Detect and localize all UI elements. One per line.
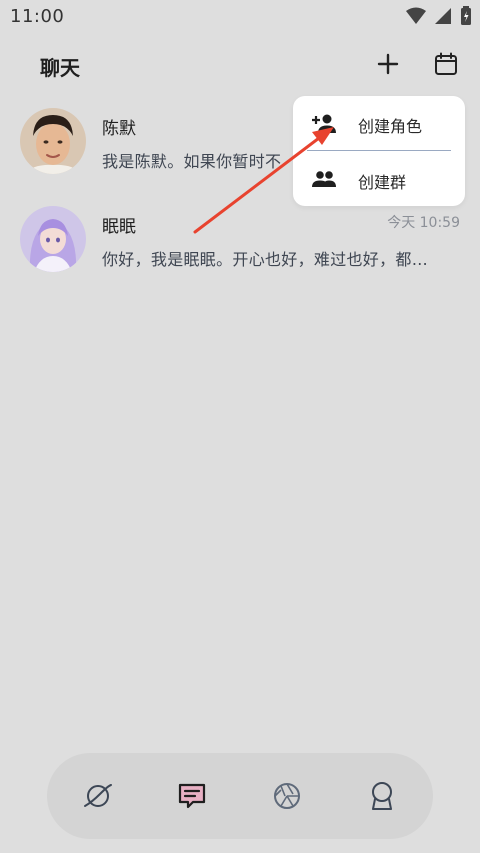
chat-message-icon [178, 783, 206, 809]
profile-badge-icon [372, 782, 392, 810]
menu-item-create-group[interactable]: 创建群 [293, 152, 465, 206]
planet-icon [84, 784, 112, 807]
plus-icon [377, 53, 399, 75]
wifi-icon [406, 7, 426, 29]
menu-item-label: 创建群 [358, 173, 407, 192]
add-button[interactable] [374, 50, 402, 78]
avatar [20, 206, 86, 272]
chat-name: 眠眠 [102, 217, 136, 237]
chat-timestamp: 今天 10:59 [387, 215, 460, 231]
nav-explore[interactable] [82, 780, 114, 812]
status-bar: 11:00 [0, 0, 480, 34]
avatar [20, 108, 86, 174]
aperture-icon [274, 783, 300, 809]
chat-preview: 你好，我是眠眠。开心也好，难过也好，都… [102, 250, 429, 269]
nav-profile[interactable] [366, 780, 398, 812]
create-menu: 创建角色 创建群 [293, 96, 465, 206]
chat-name: 陈默 [102, 119, 136, 139]
status-time: 11:00 [10, 6, 65, 27]
group-icon [312, 171, 336, 187]
menu-item-create-character[interactable]: 创建角色 [293, 96, 465, 150]
nav-chat[interactable] [176, 780, 208, 812]
nav-discover[interactable] [271, 780, 303, 812]
chat-list-item[interactable]: 眠眠 今天 10:59 你好，我是眠眠。开心也好，难过也好，都… [0, 198, 480, 278]
add-person-icon [312, 114, 336, 133]
calendar-button[interactable] [432, 50, 460, 78]
bottom-nav [47, 753, 433, 839]
page-title: 聊天 [40, 56, 80, 80]
battery-icon [460, 6, 472, 30]
header: 聊天 [0, 40, 480, 90]
status-icons [406, 6, 472, 30]
signal-icon [434, 7, 452, 29]
calendar-icon [435, 52, 457, 75]
menu-item-label: 创建角色 [358, 117, 423, 136]
menu-divider [307, 150, 451, 151]
